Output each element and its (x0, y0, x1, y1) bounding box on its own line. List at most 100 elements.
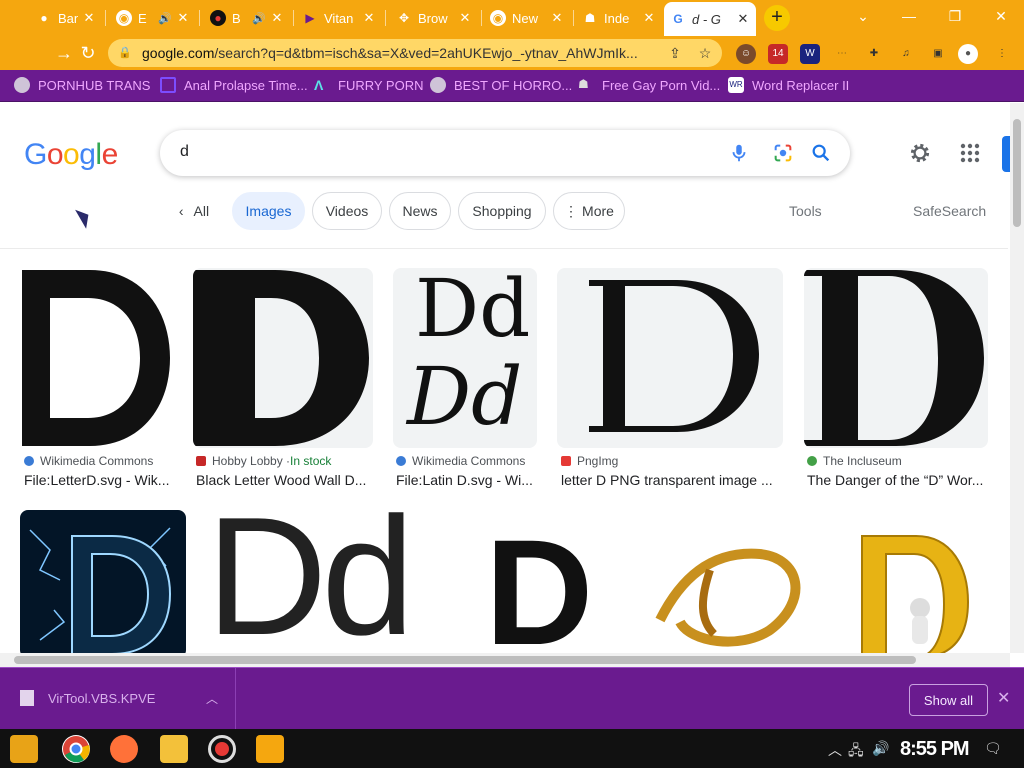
close-window-button[interactable]: ✕ (988, 5, 1014, 27)
bookmark-item[interactable]: PORNHUB TRANS (14, 77, 150, 93)
chrome-icon[interactable] (62, 735, 90, 763)
horizontal-scrollbar[interactable] (0, 653, 1010, 667)
chip-news[interactable]: News (389, 192, 451, 230)
tab-vitan[interactable]: ▶ Vitan ✕ (296, 4, 382, 32)
pngimg-icon (561, 456, 571, 466)
tab-index[interactable]: ☗ Inde ✕ (576, 4, 662, 32)
extension-hidden-icon[interactable]: ⋯ (832, 44, 852, 64)
result-caption[interactable]: File:Latin D.svg - Wi... (396, 472, 536, 488)
close-icon[interactable]: ✕ (997, 688, 1010, 708)
bookmark-item[interactable]: BEST OF HORRO... (430, 77, 572, 93)
google-logo[interactable]: Google (24, 138, 118, 172)
chrome-menu-icon[interactable]: ⋮ (992, 44, 1012, 64)
tab-b[interactable]: ● B 🔊 ✕ (204, 4, 290, 32)
result-caption[interactable]: letter D PNG transparent image ... (561, 472, 783, 488)
word-replacer-icon[interactable]: W (800, 44, 820, 64)
scroll-thumb[interactable] (14, 656, 916, 664)
extensions-puzzle-icon[interactable]: ✚ (864, 44, 884, 64)
safesearch-button[interactable]: SafeSearch (913, 203, 986, 219)
image-result-thumb[interactable] (804, 268, 988, 448)
image-result-thumb[interactable] (557, 268, 783, 448)
microphone-icon[interactable] (728, 142, 750, 164)
image-result-thumb[interactable]: Dd (206, 510, 438, 653)
close-icon[interactable]: ✕ (736, 11, 750, 27)
start-button[interactable] (10, 735, 38, 763)
close-icon[interactable]: ✕ (176, 10, 190, 26)
close-icon[interactable]: ✕ (550, 10, 564, 26)
image-result-thumb[interactable] (193, 268, 373, 448)
media-player-icon[interactable] (256, 735, 284, 763)
result-caption[interactable]: Black Letter Wood Wall D... (196, 472, 372, 488)
network-icon[interactable]: 🖧 (848, 740, 864, 764)
search-icon[interactable] (810, 142, 832, 164)
chip-all[interactable]: ‹ All (170, 192, 218, 230)
result-source[interactable]: Hobby Lobby · In stock (196, 454, 331, 468)
restore-button[interactable]: ❐ (942, 5, 968, 27)
chip-more[interactable]: ⋮ More (553, 192, 625, 230)
google-apps-icon[interactable] (958, 141, 982, 165)
reload-icon[interactable]: ↻ (76, 42, 100, 64)
close-icon[interactable]: ✕ (642, 10, 656, 26)
result-source[interactable]: The Incluseum (807, 454, 902, 468)
system-clock[interactable]: 8:55 PM (900, 738, 970, 761)
speaker-icon[interactable]: 🔊 (252, 12, 266, 25)
result-source[interactable]: PngImg (561, 454, 618, 468)
bookmark-item[interactable]: WR Word Replacer II (728, 77, 849, 93)
scroll-thumb[interactable] (1013, 119, 1021, 227)
result-source[interactable]: Wikimedia Commons (396, 454, 525, 468)
forward-icon[interactable]: → (52, 42, 76, 64)
tab-e[interactable]: ◉ E 🔊 ✕ (110, 4, 196, 32)
tools-button[interactable]: Tools (789, 203, 822, 219)
chevron-up-icon[interactable]: ︿ (206, 690, 218, 707)
tab-google-active[interactable]: G d - G ✕ (664, 2, 756, 36)
volume-icon[interactable]: 🔊 (872, 740, 889, 757)
search-box[interactable]: d (160, 130, 850, 176)
chip-shopping[interactable]: Shopping (458, 192, 546, 230)
chevron-up-icon[interactable]: ︿ (828, 740, 842, 760)
search-input[interactable]: d (180, 143, 189, 161)
bookmark-item[interactable]: Λ FURRY PORN (314, 77, 423, 93)
download-item[interactable]: VirTool.VBS.KPVE ︿ (0, 668, 236, 730)
profile-extension-icon[interactable]: ☺ (736, 44, 756, 64)
bookmark-item[interactable]: ☗ Free Gay Porn Vid... (578, 77, 720, 93)
close-icon[interactable]: ✕ (362, 10, 376, 26)
media-control-icon[interactable]: ♫ (896, 44, 916, 64)
share-icon[interactable]: ⇪ (666, 44, 684, 62)
close-icon[interactable]: ✕ (270, 10, 284, 26)
speaker-icon[interactable]: 🔊 (158, 12, 172, 25)
record-icon[interactable] (208, 735, 236, 763)
image-result-thumb[interactable]: Dd Dd (393, 268, 537, 448)
result-caption[interactable]: File:LetterD.svg - Wik... (24, 472, 170, 488)
file-explorer-icon[interactable] (160, 735, 188, 763)
profile-avatar-icon[interactable]: ● (958, 44, 978, 64)
minimize-button[interactable]: — (896, 5, 922, 27)
tab-new[interactable]: ◉ New ✕ (484, 4, 570, 32)
show-all-button[interactable]: Show all (909, 684, 988, 716)
image-result-thumb[interactable] (640, 510, 808, 653)
ublock-icon[interactable]: 14 (768, 44, 788, 64)
bookmark-item[interactable]: Anal Prolapse Time... (160, 77, 308, 93)
close-icon[interactable]: ✕ (458, 10, 472, 26)
side-panel-icon[interactable]: ▣ (928, 44, 948, 64)
vertical-scrollbar[interactable] (1010, 103, 1024, 653)
firefox-icon[interactable] (110, 735, 138, 763)
new-tab-button[interactable]: + (764, 5, 790, 31)
tab-brow[interactable]: ✥ Brow ✕ (390, 4, 478, 32)
image-result-thumb[interactable]: D (457, 510, 620, 653)
address-bar[interactable]: 🔒 google.com/search?q=d&tbm=isch&sa=X&ve… (108, 39, 722, 67)
image-result-thumb[interactable] (20, 510, 186, 653)
close-icon[interactable]: ✕ (82, 10, 96, 26)
notification-icon[interactable]: 🗨 (984, 740, 1002, 757)
result-source[interactable]: Wikimedia Commons (24, 454, 153, 468)
image-result-thumb[interactable] (18, 268, 173, 448)
image-result-thumb[interactable] (828, 510, 988, 653)
chip-images[interactable]: Images (232, 192, 305, 230)
bookmark-star-icon[interactable]: ☆ (696, 44, 714, 62)
result-caption[interactable]: The Danger of the “D” Wor... (807, 472, 987, 488)
tab-bandicam[interactable]: ● Bandi ✕ (30, 4, 102, 32)
settings-gear-icon[interactable] (908, 141, 932, 165)
tab-search-icon[interactable]: ⌄ (850, 5, 876, 27)
sign-in-button-edge[interactable] (1002, 136, 1010, 172)
lens-icon[interactable] (772, 142, 794, 164)
chip-videos[interactable]: Videos (312, 192, 382, 230)
